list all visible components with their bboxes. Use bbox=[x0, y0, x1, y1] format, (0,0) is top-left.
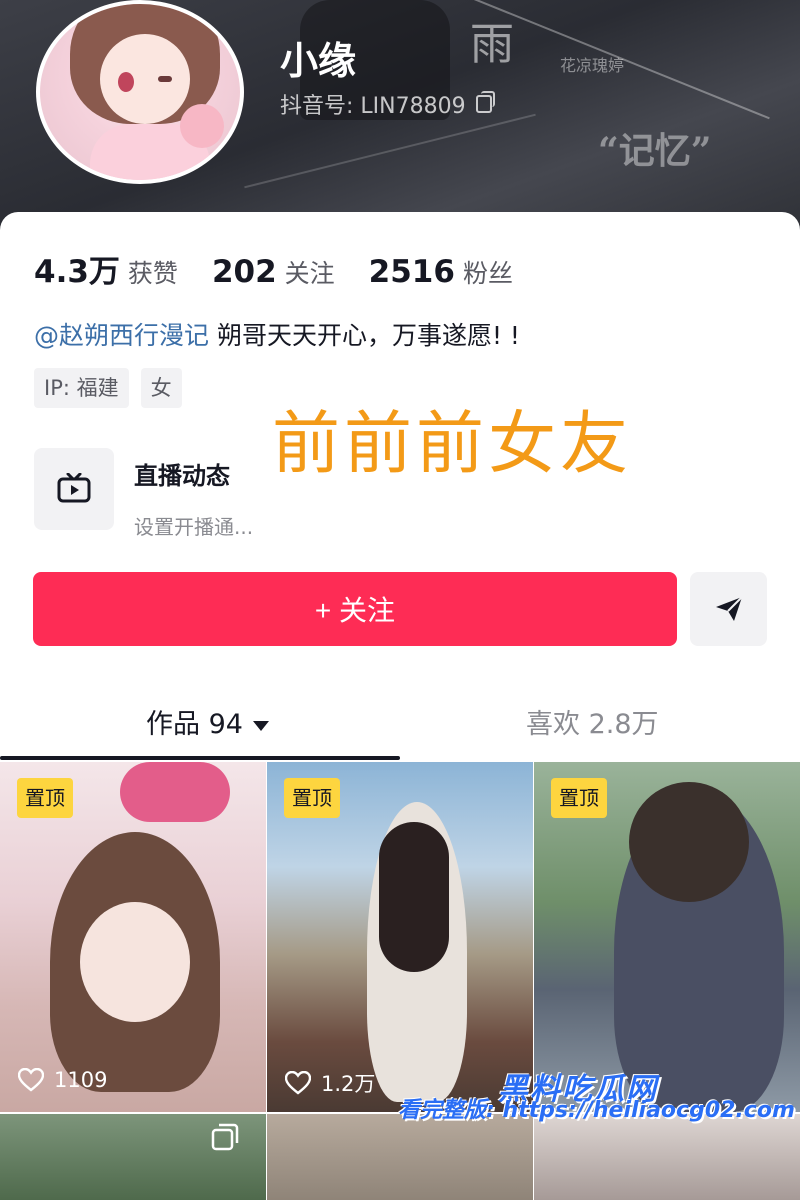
pinned-badge: 置顶 bbox=[17, 778, 73, 818]
video-thumbnail[interactable]: 置顶 1109 bbox=[0, 762, 266, 1112]
avatar-toy bbox=[180, 104, 224, 148]
stat-label: 获赞 bbox=[127, 259, 178, 288]
bio: @赵朔西行漫记 朔哥天天开心，万事遂愿! ! bbox=[34, 316, 520, 352]
send-icon bbox=[715, 596, 743, 621]
pinned-badge: 置顶 bbox=[284, 778, 340, 818]
avatar-face bbox=[100, 34, 190, 124]
stat-following[interactable]: 202 关注 bbox=[212, 254, 335, 290]
active-tab-indicator bbox=[0, 756, 400, 760]
ip-location-tag: IP: 福建 bbox=[34, 368, 129, 408]
profile-name: 小缘 bbox=[280, 39, 357, 83]
stat-value: 4.3万 bbox=[34, 254, 120, 290]
gender-tag: 女 bbox=[140, 368, 182, 408]
follow-button[interactable]: + 关注 bbox=[33, 572, 677, 646]
avatar-eye bbox=[158, 76, 172, 82]
video-thumbnail[interactable] bbox=[267, 1114, 533, 1200]
stat-value: 202 bbox=[211, 254, 277, 290]
video-like-count: 1109 bbox=[18, 1068, 107, 1092]
avatar-eye bbox=[118, 72, 134, 92]
video-like-count: 1.2万 bbox=[285, 1068, 375, 1098]
header-decor-text: “记忆” bbox=[598, 130, 712, 172]
live-updates-entry[interactable]: 直播动态 设置开播通... bbox=[34, 448, 253, 540]
thumbnail-subject-hair bbox=[379, 822, 449, 972]
live-subtitle: 设置开播通... bbox=[134, 515, 254, 539]
video-thumbnail[interactable] bbox=[534, 1114, 800, 1200]
tab-works-label: 作品 94 bbox=[146, 709, 243, 740]
header-decor-text: 花凉瑰婷 bbox=[560, 56, 625, 75]
tab-works[interactable]: 作品 94 bbox=[146, 702, 269, 741]
thumbnail-subject-hair bbox=[629, 782, 749, 902]
douyin-id[interactable]: 抖音号: LIN78809 bbox=[280, 88, 495, 120]
stat-label: 关注 bbox=[284, 259, 335, 288]
tab-likes[interactable]: 喜欢 2.8万 bbox=[526, 702, 659, 741]
video-thumbnail[interactable]: 置顶 1.2万 bbox=[267, 762, 533, 1112]
thumbnail-subject-face bbox=[80, 902, 190, 1022]
douyin-id-label: 抖音号: LIN78809 bbox=[280, 94, 466, 119]
profile-tags: IP: 福建 女 bbox=[34, 368, 182, 408]
stat-value: 2516 bbox=[368, 254, 455, 290]
bio-mention-link[interactable]: @赵朔西行漫记 bbox=[34, 321, 209, 350]
video-thumbnail[interactable] bbox=[0, 1114, 266, 1200]
multi-photo-icon bbox=[211, 1123, 239, 1151]
video-thumbnail[interactable]: 置顶 bbox=[534, 762, 800, 1112]
stat-followers[interactable]: 2516 粉丝 bbox=[369, 254, 513, 290]
live-title: 直播动态 bbox=[134, 462, 230, 490]
copy-icon[interactable] bbox=[475, 91, 495, 113]
stat-label: 粉丝 bbox=[462, 259, 513, 288]
video-grid: 置顶 1109 置顶 1.2万 置顶 bbox=[0, 762, 800, 1200]
chevron-down-icon[interactable] bbox=[252, 720, 269, 731]
overlay-caption: 前前前女友 bbox=[272, 405, 633, 484]
header-decor-line bbox=[244, 113, 536, 189]
like-count: 1.2万 bbox=[321, 1072, 376, 1096]
thumbnail-bow bbox=[120, 762, 230, 822]
like-count: 1109 bbox=[54, 1068, 108, 1092]
pinned-badge: 置顶 bbox=[551, 778, 607, 818]
stats-row: 4.3万 获赞 202 关注 2516 粉丝 bbox=[34, 246, 547, 291]
profile-header: 雨 花凉瑰婷 “记忆” 小缘 抖音号: LIN78809 bbox=[0, 0, 800, 240]
content-tabs: 作品 94 喜欢 2.8万 bbox=[0, 688, 800, 760]
tv-icon bbox=[57, 473, 91, 503]
watermark-url: 看完整版: https://heiliaocg02.com bbox=[398, 1098, 795, 1123]
heart-icon bbox=[18, 1068, 44, 1092]
heart-icon bbox=[285, 1071, 311, 1095]
stat-likes[interactable]: 4.3万 获赞 bbox=[34, 246, 178, 291]
live-icon-box bbox=[34, 448, 114, 530]
header-decor-text: 雨 bbox=[470, 19, 514, 70]
send-message-button[interactable] bbox=[690, 572, 767, 646]
avatar[interactable] bbox=[36, 0, 244, 184]
bio-text: 朔哥天天开心，万事遂愿! ! bbox=[209, 321, 520, 350]
